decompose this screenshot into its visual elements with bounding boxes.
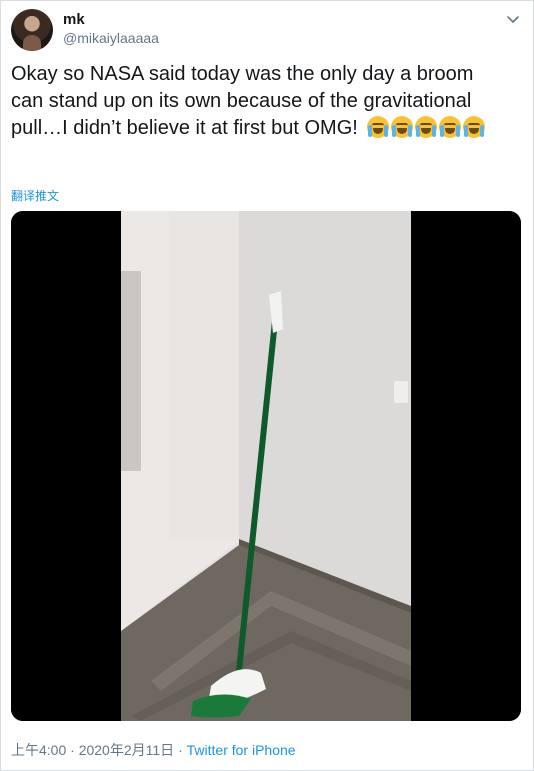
chevron-down-icon[interactable] <box>503 9 523 29</box>
tweet-date[interactable]: 2020年2月11日 <box>79 742 174 758</box>
loudly-crying-face-emoji-icon <box>439 116 462 138</box>
video-media[interactable] <box>11 211 521 721</box>
avatar[interactable] <box>11 9 53 51</box>
translate-tweet-link[interactable]: 翻译推文 <box>11 187 59 204</box>
tweet-text: Okay so NASA said today was the only day… <box>11 61 511 142</box>
user-handle[interactable]: @mikaiylaaaaa <box>63 30 159 46</box>
tweet-meta: 上午4:00 · 2020年2月11日 · Twitter for iPhone <box>11 740 296 760</box>
tweet-time[interactable]: 上午4:00 <box>11 742 66 758</box>
loudly-crying-face-emoji-icon <box>463 116 486 138</box>
tweet-card: mk @mikaiylaaaaa Okay so NASA said today… <box>0 0 534 771</box>
loudly-crying-face-emoji-icon <box>391 116 414 138</box>
meta-separator: · <box>70 742 75 758</box>
broom-scene-image <box>11 211 521 721</box>
loudly-crying-face-emoji-icon <box>415 116 438 138</box>
display-name[interactable]: mk <box>63 11 85 28</box>
tweet-source-link[interactable]: Twitter for iPhone <box>187 742 296 758</box>
emoji-row <box>367 116 486 138</box>
loudly-crying-face-emoji-icon <box>367 116 390 138</box>
meta-separator: · <box>178 742 183 758</box>
